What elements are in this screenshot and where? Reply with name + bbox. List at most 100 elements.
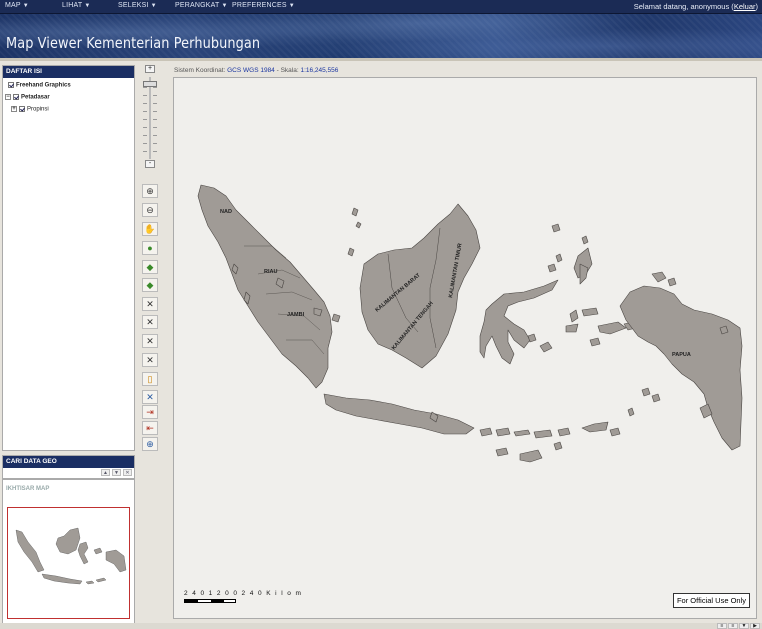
toc-item-freehand[interactable]: Freehand Graphics xyxy=(8,82,71,89)
toc-item-label: Freehand Graphics xyxy=(16,82,71,89)
fixed-zoom-in-icon[interactable]: ✕ xyxy=(142,297,158,311)
menu-seleksi[interactable]: SELEKSI ▼ xyxy=(118,2,157,9)
menu-map-label: MAP xyxy=(5,2,21,9)
checkbox-icon[interactable] xyxy=(13,94,19,100)
identify-icon[interactable]: ▯ xyxy=(142,372,158,386)
region-label-papua: PAPUA xyxy=(672,352,691,358)
map-canvas[interactable]: NAD RIAU JAMBI KALIMANTAN BARAT KALIMANT… xyxy=(173,77,757,619)
kalimantan-island xyxy=(359,203,481,369)
zoom-tick xyxy=(143,111,157,112)
welcome-text: Selamat datang, anonymous ( xyxy=(633,2,734,11)
menu-lihat[interactable]: LIHAT ▼ xyxy=(62,2,90,9)
java-island xyxy=(323,393,475,435)
scale-bar-graphic xyxy=(184,599,236,603)
zoom-out-tool-icon[interactable]: ⊖ xyxy=(142,203,158,217)
toc-item-label: Petadasar xyxy=(21,94,50,101)
previous-extent-icon[interactable]: ◆ xyxy=(142,260,158,274)
zoom-tick xyxy=(143,151,157,152)
chevron-down-icon[interactable]: ▼ xyxy=(739,623,749,629)
chevron-down-icon: ▼ xyxy=(22,3,29,9)
menu-lihat-label: LIHAT xyxy=(62,2,83,9)
zoom-slider-handle[interactable] xyxy=(143,81,157,87)
left-panel: DAFTAR ISI Freehand Graphics − Petadasar … xyxy=(2,65,135,625)
overview-label: IKHTISAR MAP xyxy=(6,486,50,492)
zoom-tick xyxy=(143,143,157,144)
checkbox-icon[interactable] xyxy=(19,106,25,112)
region-label-jambi: JAMBI xyxy=(287,312,305,318)
region-label-riau: RIAU xyxy=(264,269,277,275)
fixed-zoom-out-icon[interactable]: ✕ xyxy=(142,315,158,329)
menu-preferences-label: PREFERENCES xyxy=(232,2,287,9)
menu-perangkat[interactable]: PERANGKAT ▼ xyxy=(175,2,228,9)
checkbox-icon[interactable] xyxy=(8,82,14,88)
coordinate-system-label: Sistem Koordinat: xyxy=(174,67,228,74)
close-icon[interactable]: ✕ xyxy=(123,469,132,476)
scale-value: 1:16,245,556 xyxy=(300,67,339,74)
region-label-nad: NAD xyxy=(220,209,232,215)
overview-map-panel: IKHTISAR MAP xyxy=(2,479,135,625)
chevron-down-icon: ▼ xyxy=(288,3,295,9)
toc-item-propinsi[interactable]: + Propinsi xyxy=(11,106,49,113)
chevron-down-icon: ▼ xyxy=(150,3,157,9)
official-use-notice: For Official Use Only xyxy=(672,593,750,608)
menu-seleksi-label: SELEKSI xyxy=(118,2,149,9)
zoom-tick xyxy=(143,119,157,120)
coordinate-bar: Sistem Koordinat: GCS WGS 1984 - Skala: … xyxy=(174,67,338,74)
go-to-xy-icon[interactable]: ⇥ xyxy=(142,405,158,419)
table-of-contents: DAFTAR ISI Freehand Graphics − Petadasar … xyxy=(2,65,135,451)
menu-perangkat-label: PERANGKAT xyxy=(175,2,220,9)
sumatra-island xyxy=(197,184,333,389)
sulawesi-island xyxy=(479,279,559,365)
menu-preferences[interactable]: PREFERENCES ▼ xyxy=(232,2,295,9)
search-header[interactable]: CARI DATA GEO xyxy=(3,456,134,468)
zoom-tick xyxy=(143,135,157,136)
map-area: Sistem Koordinat: GCS WGS 1984 - Skala: … xyxy=(172,65,758,623)
arrow-up-icon[interactable]: ▲ xyxy=(101,469,110,476)
full-extent-globe-icon[interactable]: ● xyxy=(142,241,158,255)
chevron-down-icon: ▼ xyxy=(221,3,228,9)
menu-icon[interactable]: ≡ xyxy=(728,623,738,629)
header-banner: Map Viewer Kementerian Perhubungan xyxy=(0,14,762,60)
next-extent-icon[interactable]: ◆ xyxy=(142,278,158,292)
refresh-icon[interactable]: ⊕ xyxy=(142,437,158,451)
search-panel-controls: ▲ ▼ ✕ xyxy=(99,469,132,476)
measure-icon[interactable]: ✕ xyxy=(142,390,158,404)
indonesia-map: NAD RIAU JAMBI KALIMANTAN BARAT KALIMANT… xyxy=(197,184,743,463)
print-icon[interactable]: ⇤ xyxy=(142,421,158,435)
app-title: Map Viewer Kementerian Perhubungan xyxy=(6,34,261,52)
papua-island xyxy=(619,285,743,451)
toc-header: DAFTAR ISI xyxy=(3,66,134,78)
expand-icon[interactable]: + xyxy=(11,106,17,112)
search-panel: CARI DATA GEO ▲ ▼ ✕ xyxy=(2,455,135,479)
toc-item-petadasar[interactable]: − Petadasar xyxy=(5,94,50,101)
overview-extent-box[interactable] xyxy=(7,507,130,619)
scale-bar: 2 4 0 1 2 0 0 2 4 0 K i l o m xyxy=(184,590,302,603)
scale-bar-label: 2 4 0 1 2 0 0 2 4 0 K i l o m xyxy=(184,590,303,597)
zoom-tick xyxy=(143,127,157,128)
menu-icon[interactable]: ≡ xyxy=(717,623,727,629)
zoom-tick xyxy=(143,95,157,96)
banner-divider xyxy=(0,58,762,61)
select-icon[interactable]: ✕ xyxy=(142,334,158,348)
pan-hand-icon[interactable]: ✋ xyxy=(142,222,158,236)
menu-bar: MAP ▼ LIHAT ▼ SELEKSI ▼ PERANGKAT ▼ PREFEREN… xyxy=(0,0,762,14)
bottom-strip xyxy=(0,623,762,629)
zoom-tick xyxy=(143,103,157,104)
clear-selection-icon[interactable]: ✕ xyxy=(142,353,158,367)
arrow-down-icon[interactable]: ▼ xyxy=(112,469,121,476)
chevron-right-icon[interactable]: ▶ xyxy=(750,623,760,629)
zoom-in-tool-icon[interactable]: ⊕ xyxy=(142,184,158,198)
menu-map[interactable]: MAP ▼ xyxy=(5,2,29,9)
zoom-out-button[interactable]: - xyxy=(145,160,155,168)
scale-label: - Skala: xyxy=(274,67,301,74)
coordinate-system-value: GCS WGS 1984 xyxy=(227,67,275,74)
logout-link[interactable]: Keluar xyxy=(734,2,756,11)
chevron-down-icon: ▼ xyxy=(84,3,91,9)
toc-item-label: Propinsi xyxy=(27,106,49,113)
bottom-controls: ≡ ≡ ▼ ▶ xyxy=(716,623,760,629)
map-toolbar: + - ⊕ ⊖ ✋ ● ◆ ◆ ✕ ✕ ✕ ✕ ▯ ✕ ⇥ ⇤ ⊕ xyxy=(140,65,166,625)
zoom-in-button[interactable]: + xyxy=(145,65,155,73)
welcome-close-paren: ) xyxy=(755,2,759,11)
zoom-slider-track[interactable] xyxy=(149,77,151,159)
collapse-icon[interactable]: − xyxy=(5,94,11,100)
